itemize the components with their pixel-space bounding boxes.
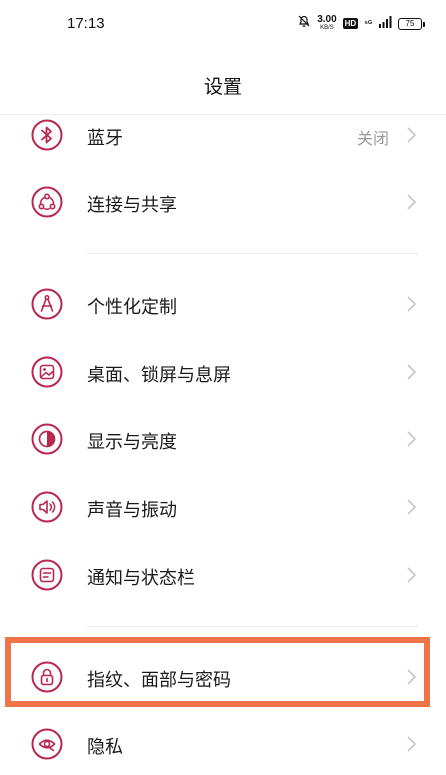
battery-indicator: 75 [398, 17, 425, 30]
highlight-box [5, 637, 430, 707]
status-icons: 3.00 KB/S HD ⁵ᴳ 75 [297, 13, 425, 33]
settings-item-sound-vibration[interactable]: 声音与振动 [0, 478, 446, 538]
chevron-right-icon [404, 125, 418, 145]
network-type: ⁵ᴳ [364, 19, 372, 28]
chevron-right-icon [404, 362, 418, 382]
settings-item-label: 通知与状态栏 [87, 568, 195, 589]
signal-icon [378, 15, 392, 33]
chevron-right-icon [404, 294, 418, 314]
settings-item-label: 显示与亮度 [87, 432, 177, 453]
speaker-icon [31, 491, 63, 523]
eye-icon [31, 728, 63, 760]
settings-item-label: 连接与共享 [87, 195, 177, 216]
brightness-icon [31, 423, 63, 455]
status-time: 17:13 [67, 15, 105, 32]
wallpaper-icon [31, 356, 63, 388]
network-speed: 3.00 KB/S [317, 13, 337, 32]
settings-item-label: 桌面、锁屏与息屏 [87, 365, 231, 386]
bluetooth-status-value: 关闭 [356, 129, 389, 148]
settings-item-personalization[interactable]: 个性化定制 [0, 275, 446, 335]
settings-item-desktop-lockscreen[interactable]: 桌面、锁屏与息屏 [0, 343, 446, 403]
settings-item-connection-sharing[interactable]: 连接与共享 [0, 173, 446, 233]
page-title: 设置 [203, 76, 242, 98]
group-divider [87, 626, 418, 627]
settings-item-privacy[interactable]: 隐私 [0, 715, 446, 775]
notification-icon [31, 559, 63, 591]
bluetooth-icon [31, 119, 63, 151]
chevron-right-icon [404, 429, 418, 449]
settings-item-bluetooth[interactable]: 蓝牙 关闭 [0, 106, 446, 166]
settings-item-label: 蓝牙 [87, 128, 123, 149]
group-divider [87, 253, 418, 254]
settings-item-label: 隐私 [87, 737, 123, 758]
settings-item-notifications-statusbar[interactable]: 通知与状态栏 [0, 546, 446, 606]
settings-item-display-brightness[interactable]: 显示与亮度 [0, 410, 446, 470]
settings-item-label: 个性化定制 [87, 297, 177, 318]
chevron-right-icon [404, 565, 418, 585]
network-speed-unit: KB/S [320, 24, 334, 31]
compass-icon [31, 288, 63, 320]
status-bar: 17:13 3.00 KB/S HD ⁵ᴳ 75 [0, 0, 446, 52]
settings-item-label: 声音与振动 [87, 500, 177, 521]
chevron-right-icon [404, 192, 418, 212]
chevron-right-icon [404, 734, 418, 754]
network-speed-value: 3.00 [317, 13, 337, 25]
chevron-right-icon [404, 497, 418, 517]
hd-badge: HD [342, 18, 359, 29]
share-connect-icon [31, 186, 63, 218]
mute-bell-icon [297, 14, 311, 33]
